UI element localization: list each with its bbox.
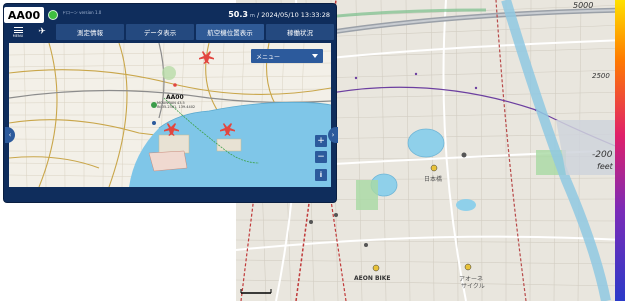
place-label: 日本橋 [424, 176, 443, 183]
altitude-label-5000: 5000 [573, 1, 594, 10]
zoom-in-button[interactable]: + [315, 135, 327, 147]
place-label: AEON BIKE [354, 275, 391, 282]
aircraft-label: AA00 [166, 94, 184, 101]
menu-label: MENU [12, 33, 24, 38]
screenshot-stage: 5000 2500 -200 feet 日本橋 AEON BIKE アオーネ サ… [0, 0, 625, 301]
connection-status-icon [48, 10, 58, 20]
map-menu-label: メニュー [256, 53, 281, 61]
altitude-unit: m [250, 13, 255, 19]
tab-operation-status[interactable]: 稼働状況 [266, 24, 334, 40]
place-label: サイクル [461, 283, 485, 290]
status-readout: 50.3 m / 2024/05/10 13:33:28 [228, 10, 330, 19]
aircraft-info: MOUNTAIN 43.5 IN 35.2301, 139.4402 [157, 101, 195, 109]
version-text: ドローン version 1.0 [62, 10, 102, 15]
menu-button[interactable]: MENU [6, 24, 30, 40]
airplane-icon: ✈ [38, 27, 46, 37]
overview-map[interactable]: メニュー AA00 MOUNTAIN 43.5 IN 35.2301, 139.… [9, 43, 331, 187]
chevron-right-icon: › [331, 131, 335, 139]
next-panel-button[interactable]: › [328, 127, 338, 143]
device-id-badge: AA00 [4, 7, 44, 23]
map-menu-dropdown[interactable]: メニュー [251, 49, 323, 63]
info-button[interactable]: i [315, 169, 327, 181]
altitude-label-2500: 2500 [592, 72, 610, 80]
device-window: AA00 ドローン version 1.0 50.3 m / 2024/05/1… [4, 4, 338, 202]
altitude-value: 50.3 [228, 10, 248, 19]
timestamp: 2024/05/10 13:33:28 [261, 11, 330, 19]
aircraft-mode-button[interactable]: ✈ [30, 24, 54, 40]
altitude-label-minus200: -200 [592, 150, 613, 160]
zoom-out-button[interactable]: − [315, 151, 327, 163]
aircraft-info-line: IN 35.2301, 139.4402 [157, 105, 196, 109]
toolbar: MENU ✈ 測定情報 データ表示 航空機位置表示 稼働状況 [6, 24, 334, 40]
overview-map-graphic [9, 43, 331, 187]
hamburger-icon [13, 26, 23, 33]
chevron-down-icon [312, 54, 318, 58]
tab-data-display[interactable]: データ表示 [126, 24, 194, 40]
altitude-label-feet: feet [597, 162, 613, 171]
chevron-left-icon: ‹ [8, 131, 12, 139]
tab-aircraft-position[interactable]: 航空機位置表示 [196, 24, 264, 40]
tab-measurement-info[interactable]: 測定情報 [56, 24, 124, 40]
